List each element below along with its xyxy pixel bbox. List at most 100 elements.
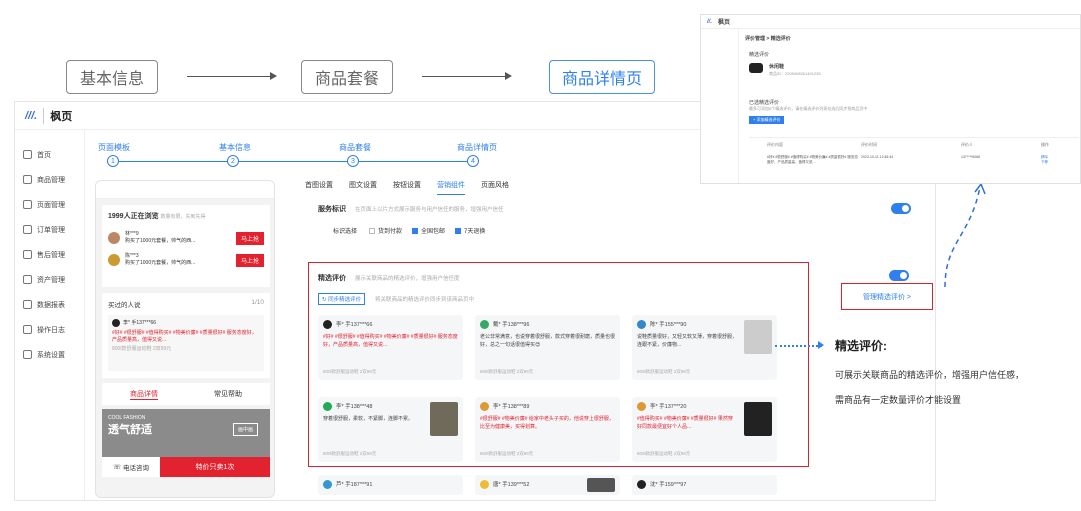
option-label: 7天退换 <box>464 229 486 235</box>
buy-button[interactable]: 特价只卖1次 <box>160 457 270 477</box>
annotation-title: 精选评价: <box>835 339 887 353</box>
sidebar-item-home[interactable]: 首页 <box>15 142 84 167</box>
service-toggle[interactable] <box>891 203 911 214</box>
grab-button[interactable]: 马上抢 <box>235 231 264 245</box>
option-label: 货到付款 <box>378 229 403 235</box>
review-photo[interactable] <box>587 478 615 492</box>
review-card: 唐* 手139***52 <box>475 475 620 495</box>
reviewer-name: 李* 手138***89 <box>493 403 530 410</box>
reviews-toggle[interactable] <box>889 270 909 281</box>
review-card: 李* 手137***20 #值得购买# #物美价廉# #质量很好# 果然穿好同款最… <box>632 397 777 462</box>
review-meta: 800l款舒服运动鞋 2双99元 <box>637 369 691 374</box>
reviewer-name: 陈* 手155***90 <box>650 321 687 328</box>
avatar <box>480 320 489 329</box>
home-icon <box>23 150 32 159</box>
column-header: 评价人 <box>961 142 973 147</box>
reviewer-name: 沈* 手159***97 <box>650 481 687 488</box>
call-button[interactable]: ☏ 电话咨询 <box>102 457 160 477</box>
column-header: 评价内容 <box>767 142 783 147</box>
sidebar-item-settings[interactable]: 系统设置 <box>15 342 84 367</box>
logo-icon: //. <box>707 18 713 25</box>
connector-arrowhead <box>818 341 824 349</box>
sidebar-item-reports[interactable]: 数据报表 <box>15 292 84 317</box>
reviews-hint: 展示关联商品的精选评价，增强用户信任度 <box>355 276 460 282</box>
sidebar-item-label: 页面管理 <box>37 201 65 209</box>
sidebar-item-label: 系统设置 <box>37 351 65 359</box>
annotation-line2: 需商品有一定数量评价才能设置 <box>835 395 962 405</box>
checkbox[interactable] <box>369 227 376 234</box>
step-dot[interactable]: 1 <box>107 155 119 167</box>
sidebar-item-label: 首页 <box>37 151 51 159</box>
buyer-row: 陈***3 购买了1000元套餐，帅气的西... 马上抢 <box>108 253 264 267</box>
checkbox[interactable] <box>455 227 462 234</box>
tab-style[interactable]: 页面风格 <box>481 180 509 195</box>
review-meta: 800l款舒服运动鞋 2双99元 <box>480 451 534 456</box>
add-review-button[interactable]: + 添加精选评价 <box>749 116 785 124</box>
avatar <box>323 480 332 489</box>
step-label: 基本信息 <box>219 143 251 152</box>
tab-help[interactable]: 常见帮助 <box>214 389 242 399</box>
column-header: 评价时间 <box>861 142 877 147</box>
review-card: 李* 手138***89 #很舒服# #物美价廉# 给家中老头子买的，他说穿上很舒… <box>475 397 620 462</box>
log-icon <box>23 325 32 334</box>
pip-badge[interactable]: 画中画 <box>232 423 258 436</box>
wallet-icon <box>23 275 32 284</box>
tab-button[interactable]: 按钮设置 <box>393 180 421 195</box>
avatar <box>637 402 646 411</box>
sidebar-item-aftersale[interactable]: 售后管理 <box>15 242 84 267</box>
breadcrumb: 评价管理 > 精选评价 <box>745 36 791 42</box>
logo-icon: ///. <box>25 109 38 122</box>
review-photo[interactable] <box>430 402 458 436</box>
editor-tabs: 首图设置 图文设置 按钮设置 营销组件 页面风格 <box>305 180 525 195</box>
grab-button[interactable]: 马上抢 <box>235 253 264 267</box>
step-dot[interactable]: 2 <box>227 155 239 167</box>
step-dot[interactable]: 4 <box>467 155 479 167</box>
reviewer-name: 李* 手137***66 <box>336 321 373 328</box>
manage-reviews-link[interactable]: 管理精选评价 > <box>841 283 933 310</box>
remove-link[interactable]: 移除 <box>1041 155 1048 159</box>
user-icon <box>23 250 32 259</box>
step-label: 商品详情页 <box>457 143 497 152</box>
tab-image-text[interactable]: 图文设置 <box>349 180 377 195</box>
step-dot[interactable]: 3 <box>347 155 359 167</box>
review-photo[interactable] <box>744 320 772 354</box>
mini-sidebar <box>701 29 739 183</box>
brand-name: 枫页 <box>43 107 72 124</box>
box-icon <box>23 175 32 184</box>
page-icon <box>23 200 32 209</box>
chart-icon <box>23 300 32 309</box>
review-card: 李* 手137***66 #好# #很舒服# #值得购买# #物美价廉# #质量很… <box>318 315 463 380</box>
review-card: 李* 手138***48 穿着很舒服，柔软，不紧脚，连脚不累。 800l款舒服运动鞋… <box>318 397 463 462</box>
bought-review: 李* 手137***66 #好# #很舒服# #值得购买# #物美价廉# #质量… <box>108 315 264 371</box>
tab-cover[interactable]: 首图设置 <box>305 180 333 195</box>
avatar <box>108 232 120 244</box>
checkbox[interactable] <box>412 227 419 234</box>
avatar <box>323 402 332 411</box>
move-down-link[interactable]: 下移 <box>1041 160 1048 164</box>
dashed-curve-arrow <box>944 182 986 288</box>
reviewer-name: 唐* 手139***52 <box>493 481 530 488</box>
list-title: 已选精选评价 <box>749 100 780 106</box>
sidebar-item-orders[interactable]: 订单管理 <box>15 217 84 242</box>
step-line <box>119 161 479 162</box>
option-label: 全国包邮 <box>421 229 446 235</box>
reviewer-name: 戴* 手138***96 <box>493 321 530 328</box>
step-progress: 页面模板 基本信息 商品套餐 商品详情页 1 2 3 4 <box>95 142 515 172</box>
tab-detail[interactable]: 商品详情 <box>130 389 158 400</box>
tab-marketing[interactable]: 营销组件 <box>437 180 465 195</box>
sidebar-item-products[interactable]: 商品管理 <box>15 167 84 192</box>
flow-step-label: 商品套餐 <box>314 71 379 88</box>
flow-step-detail: 商品详情页 <box>549 60 655 94</box>
sidebar-item-logs[interactable]: 操作日志 <box>15 317 84 342</box>
section-title: 精选评价 <box>749 52 770 58</box>
sync-reviews-button[interactable]: ↻ 同步精选评价 <box>318 293 366 305</box>
review-photo[interactable] <box>744 402 772 436</box>
sidebar-item-assets[interactable]: 资产管理 <box>15 267 84 292</box>
flow-arrow <box>187 72 277 80</box>
sidebar-item-pages[interactable]: 页面管理 <box>15 192 84 217</box>
avatar <box>112 319 120 327</box>
viewing-title: 1999人正在浏览 数量有限，先到先得 <box>108 213 206 220</box>
avatar <box>323 320 332 329</box>
brand-name: 枫页 <box>718 20 731 26</box>
phone-icon: ☏ <box>113 464 123 471</box>
